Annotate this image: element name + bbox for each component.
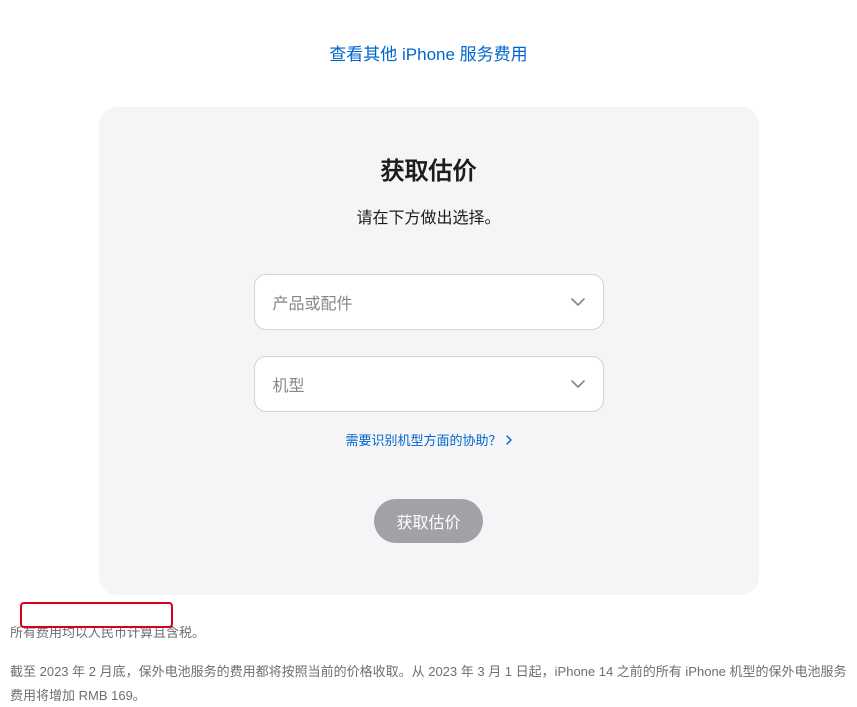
select-product-wrap: 产品或配件: [254, 274, 604, 330]
get-estimate-button[interactable]: 获取估价: [374, 499, 482, 543]
estimate-card: 获取估价 请在下方做出选择。 产品或配件 机型 需要识别机型方面的协助？: [99, 107, 759, 595]
model-select-placeholder: 机型: [273, 372, 305, 396]
card-subtitle: 请在下方做出选择。: [139, 204, 719, 228]
other-services-link[interactable]: 查看其他 iPhone 服务费用: [0, 40, 857, 65]
chevron-down-icon: [571, 298, 585, 306]
product-select-placeholder: 产品或配件: [273, 290, 353, 314]
product-select[interactable]: 产品或配件: [254, 274, 604, 330]
page-container: 查看其他 iPhone 服务费用 获取估价 请在下方做出选择。 产品或配件 机型…: [0, 0, 857, 707]
chevron-down-icon: [571, 380, 585, 388]
card-title: 获取估价: [139, 151, 719, 186]
help-link-text: 需要识别机型方面的协助？: [345, 430, 501, 449]
chevron-right-icon: [506, 435, 512, 445]
select-model-wrap: 机型: [254, 356, 604, 412]
footnote-currency: 所有费用均以人民币计算且含税。: [10, 621, 857, 644]
model-select[interactable]: 机型: [254, 356, 604, 412]
footnote-price-change: 截至 2023 年 2 月底，保外电池服务的费用都将按照当前的价格收取。从 20…: [10, 660, 847, 707]
help-identify-link[interactable]: 需要识别机型方面的协助？: [139, 430, 719, 449]
